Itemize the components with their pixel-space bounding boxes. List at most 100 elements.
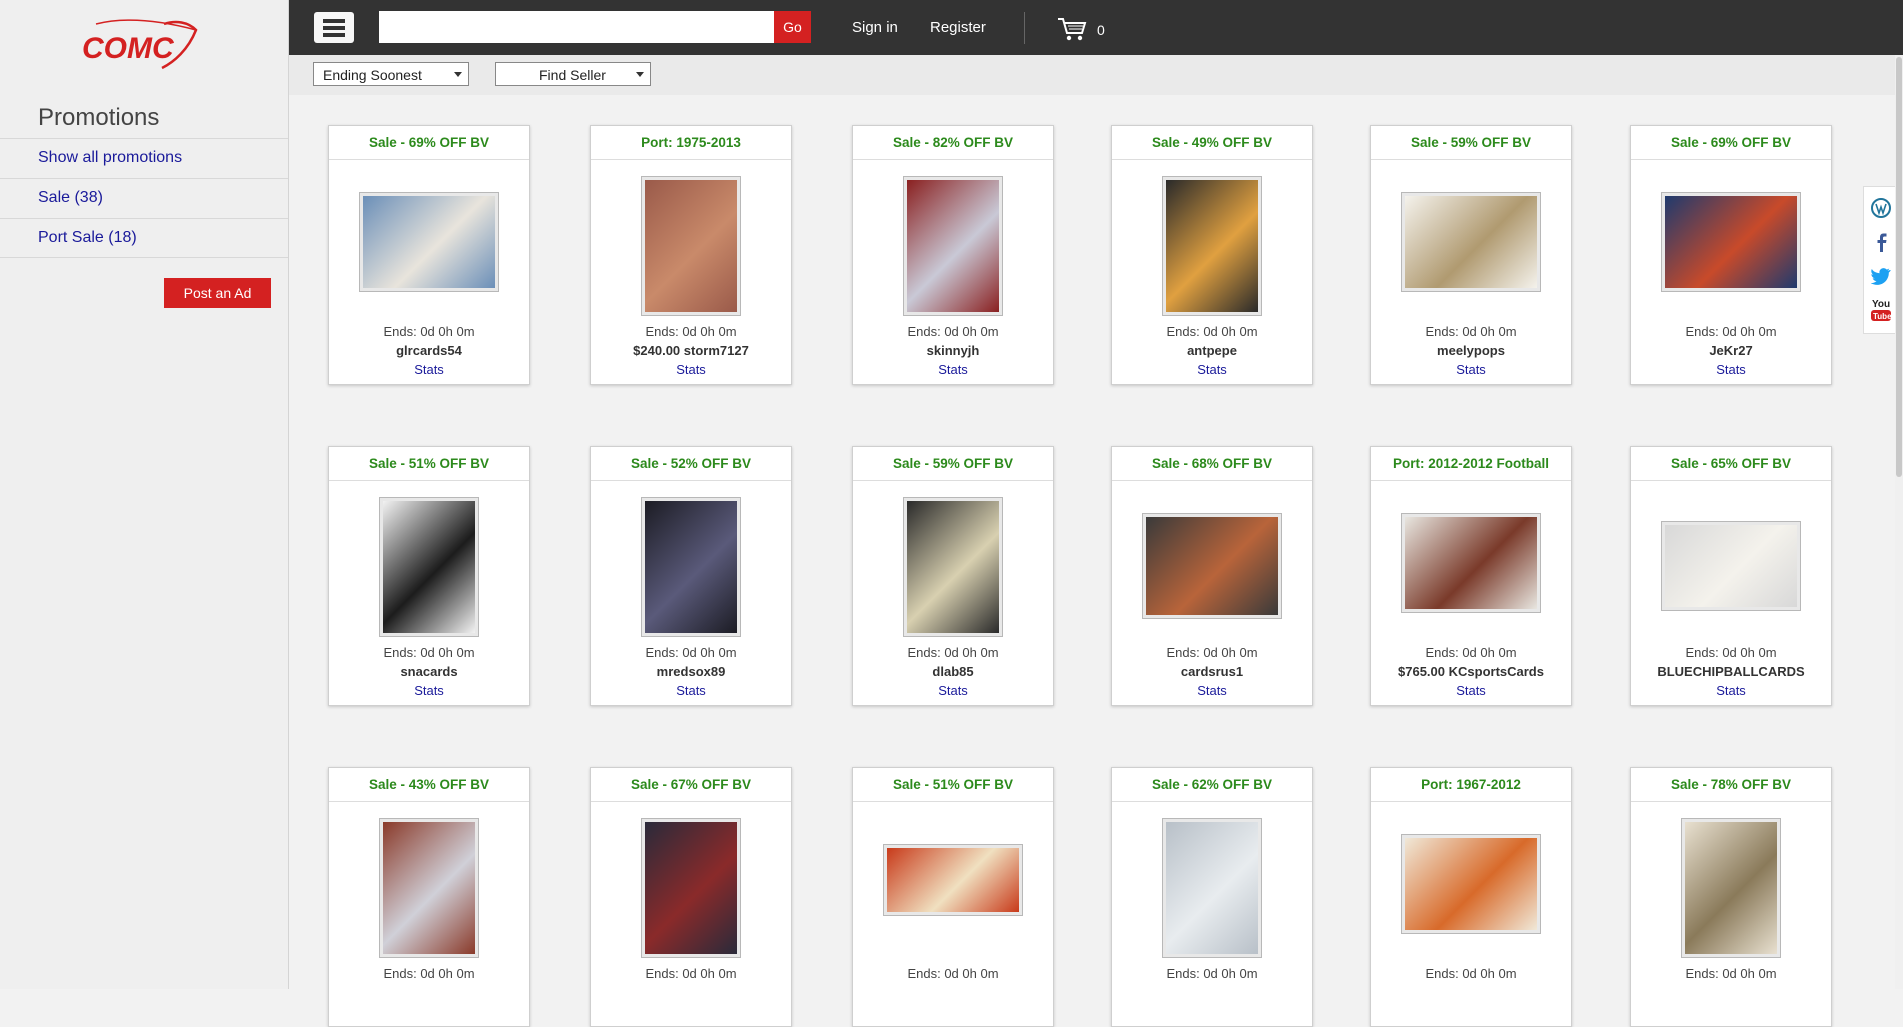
card-image[interactable] [883,844,1023,916]
card-stats-link[interactable]: Stats [1112,362,1312,377]
card-ends-time: Ends: 0d 0h 0m [907,645,999,660]
listing-card[interactable]: Sale - 68% OFF BV Ends: 0d 0h 0m cardsrus1… [1111,446,1313,706]
cart-count: 0 [1097,22,1105,38]
card-stats-link[interactable]: Stats [1371,362,1571,377]
listing-card[interactable]: Sale - 59% OFF BV Ends: 0d 0h 0m meelypops… [1370,125,1572,385]
listing-card[interactable]: Sale - 62% OFF BV Ends: 0d 0h 0m [1111,767,1313,1027]
card-seller: skinnyjh [926,343,980,358]
wordpress-icon[interactable] [1871,197,1891,219]
listing-card[interactable]: Sale - 59% OFF BV Ends: 0d 0h 0m dlab85 Sta… [852,446,1054,706]
card-promo-header: Port: 2012-2012 Football [1371,447,1571,481]
card-stats-link[interactable]: Stats [329,683,529,698]
card-seller: BLUECHIPBALLCARDS [1657,664,1805,679]
listing-card[interactable]: Port: 2012-2012 Football Ends: 0d 0h 0m $7… [1370,446,1572,706]
card-image[interactable] [903,176,1003,316]
card-image[interactable] [359,192,499,292]
card-ends-time: Ends: 0d 0h 0m [1166,966,1258,981]
listing-card[interactable]: Port: 1967-2012 Ends: 0d 0h 0m [1370,767,1572,1027]
logo-text: COMC [82,32,175,65]
find-seller-value: Find Seller [539,67,606,83]
card-image[interactable] [1661,192,1801,292]
listing-card[interactable]: Sale - 51% OFF BV Ends: 0d 0h 0m snacards S… [328,446,530,706]
find-seller-select[interactable]: Find Seller [495,62,651,86]
scrollbar-thumb[interactable] [1896,57,1902,477]
card-ends-time: Ends: 0d 0h 0m [383,324,475,339]
hamburger-menu-button[interactable] [314,12,354,43]
card-promo-header: Sale - 62% OFF BV [1112,768,1312,802]
search-input[interactable] [379,11,774,43]
card-ends-time: Ends: 0d 0h 0m [645,324,737,339]
card-image[interactable] [1162,176,1262,316]
card-ends-time: Ends: 0d 0h 0m [907,324,999,339]
card-image[interactable] [641,818,741,958]
cart-icon[interactable] [1057,16,1087,42]
card-stats-link[interactable]: Stats [1631,362,1831,377]
go-button[interactable]: Go [774,11,811,43]
card-image[interactable] [1401,513,1541,613]
card-ends-time: Ends: 0d 0h 0m [1425,645,1517,660]
register-link[interactable]: Register [930,19,986,36]
card-stats-link[interactable]: Stats [591,683,791,698]
card-image[interactable] [1401,834,1541,934]
card-image-art [1665,525,1797,607]
card-ends-time: Ends: 0d 0h 0m [1166,645,1258,660]
card-stats-link[interactable]: Stats [853,683,1053,698]
sign-in-link[interactable]: Sign in [852,19,898,36]
listing-card[interactable]: Sale - 67% OFF BV Ends: 0d 0h 0m [590,767,792,1027]
sale-link[interactable]: Sale (38) [0,178,288,218]
card-ends-time: Ends: 0d 0h 0m [645,966,737,981]
card-ends-time: Ends: 0d 0h 0m [1685,324,1777,339]
card-stats-link[interactable]: Stats [591,362,791,377]
sidebar: COMC Promotions Show all promotions Sale… [0,0,289,989]
scrollbar[interactable] [1895,55,1903,989]
card-image[interactable] [1401,192,1541,292]
card-image-art [1405,196,1537,288]
card-image[interactable] [641,497,741,637]
card-stats-link[interactable]: Stats [1631,683,1831,698]
listing-card[interactable]: Port: 1975-2013 Ends: 0d 0h 0m $240.00 sto… [590,125,792,385]
port-sale-link[interactable]: Port Sale (18) [0,218,288,258]
card-seller: mredsox89 [656,664,726,679]
card-promo-header: Sale - 51% OFF BV [853,768,1053,802]
listing-card[interactable]: Sale - 52% OFF BV Ends: 0d 0h 0m mredsox89… [590,446,792,706]
comc-logo[interactable]: COMC [76,16,206,74]
social-bar: You Tube [1863,186,1896,334]
promotions-title: Promotions [38,104,160,131]
listing-card[interactable]: Sale - 51% OFF BV Ends: 0d 0h 0m [852,767,1054,1027]
card-image[interactable] [1142,513,1282,619]
card-image-art [907,501,999,633]
card-image[interactable] [1681,818,1781,958]
twitter-icon[interactable] [1871,265,1891,287]
card-image[interactable] [379,818,479,958]
facebook-icon[interactable] [1871,231,1891,253]
card-image[interactable] [1661,521,1801,611]
card-image[interactable] [903,497,1003,637]
card-image[interactable] [641,176,741,316]
card-image[interactable] [1162,818,1262,958]
card-stats-link[interactable]: Stats [1371,683,1571,698]
card-stats-link[interactable]: Stats [853,362,1053,377]
listing-card[interactable]: Sale - 78% OFF BV Ends: 0d 0h 0m [1630,767,1832,1027]
listing-card[interactable]: Sale - 65% OFF BV Ends: 0d 0h 0m BLUECHIPB… [1630,446,1832,706]
top-bar: Go Sign in Register 0 [289,0,1903,55]
post-an-ad-button[interactable]: Post an Ad [164,278,271,308]
listing-card[interactable]: Sale - 69% OFF BV Ends: 0d 0h 0m JeKr27 Sta… [1630,125,1832,385]
sort-select-value: Ending Soonest [323,67,422,83]
listing-card[interactable]: Sale - 43% OFF BV Ends: 0d 0h 0m [328,767,530,1027]
card-stats-link[interactable]: Stats [329,362,529,377]
chevron-down-icon [454,72,462,77]
card-image-art [887,848,1019,912]
youtube-icon[interactable]: You Tube [1871,297,1891,323]
card-image[interactable] [379,497,479,637]
listing-card[interactable]: Sale - 82% OFF BV Ends: 0d 0h 0m skinnyjh S… [852,125,1054,385]
menu-line [323,33,345,37]
sort-select[interactable]: Ending Soonest [313,62,469,86]
show-all-promotions-link[interactable]: Show all promotions [0,138,288,178]
listing-card[interactable]: Sale - 69% OFF BV Ends: 0d 0h 0m glrcards5… [328,125,530,385]
card-promo-header: Sale - 59% OFF BV [1371,126,1571,160]
card-image-art [383,822,475,954]
card-seller: cardsrus1 [1180,664,1244,679]
listing-card[interactable]: Sale - 49% OFF BV Ends: 0d 0h 0m antpepe St… [1111,125,1313,385]
card-stats-link[interactable]: Stats [1112,683,1312,698]
card-seller: $765.00 KCsportsCards [1398,664,1544,679]
